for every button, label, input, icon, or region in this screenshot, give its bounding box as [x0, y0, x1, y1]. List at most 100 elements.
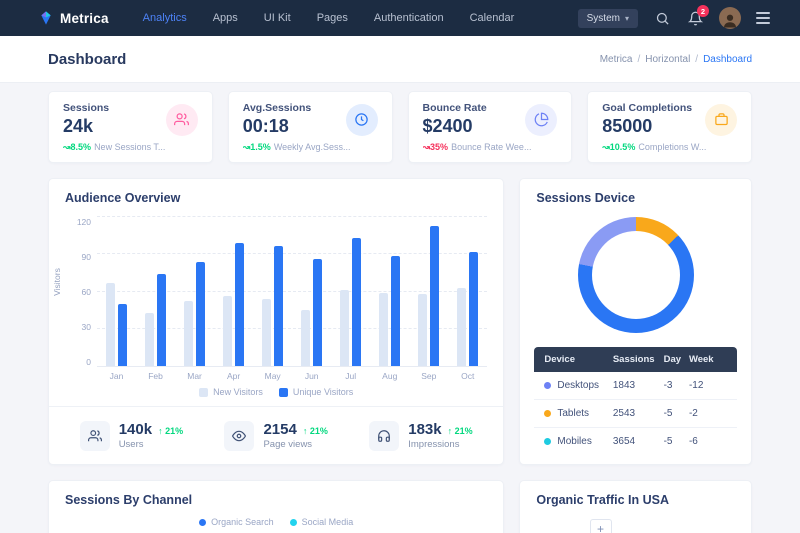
- card-title: Organic Traffic In USA: [520, 481, 751, 513]
- sessions-by-channel-card: Sessions By Channel Organic Search Socia…: [48, 480, 504, 533]
- trend-wave-icon: ↝: [63, 142, 71, 152]
- system-dropdown-label: System: [587, 13, 620, 24]
- stat-card-sessions: Sessions 24k ↝8.5%New Sessions T...: [48, 91, 213, 163]
- map-zoom-in-button[interactable]: +: [590, 519, 612, 533]
- audience-overview-card: Audience Overview Visitors 1209060300 Ja…: [48, 178, 504, 465]
- bar-group: [253, 217, 292, 366]
- stat-value: 85000: [602, 116, 692, 137]
- stat-card-avg-sessions: Avg.Sessions 00:18 ↝1.5%Weekly Avg.Sess.…: [228, 91, 393, 163]
- page-title: Dashboard: [48, 51, 126, 68]
- breadcrumb-separator: /: [695, 54, 698, 65]
- bar-group: [136, 217, 175, 366]
- table-row: Desktops 1843 -3 -12: [534, 372, 737, 400]
- avatar[interactable]: [719, 7, 741, 29]
- stat-page-views: 2154 ↑ 21% Page views: [224, 421, 327, 451]
- sessions-device-table: Device Sassions Day Week Desktops 1843 -…: [534, 347, 737, 455]
- search-icon[interactable]: [653, 9, 671, 27]
- audience-bar-chart: Visitors 1209060300 JanFebMarAprMayJunJu…: [49, 211, 503, 381]
- breadcrumb-item-dashboard: Dashboard: [703, 54, 752, 65]
- social-media-dot-icon: [290, 519, 297, 526]
- tablets-dot-icon: [544, 410, 551, 417]
- x-axis-labels: JanFebMarAprMayJunJulAugSepOct: [97, 371, 487, 381]
- stat-trend: ↝1.5%Weekly Avg.Sess...: [243, 142, 378, 153]
- bar-plot: [97, 217, 487, 367]
- stat-change: ↑ 21%: [158, 426, 183, 436]
- trend-wave-icon: ↝: [423, 142, 431, 152]
- clock-icon: [346, 104, 378, 136]
- nav-item-pages[interactable]: Pages: [317, 12, 348, 24]
- stat-label: Impressions: [408, 439, 472, 450]
- headphones-icon: [369, 421, 399, 451]
- breadcrumb-separator: /: [637, 54, 640, 65]
- legend-social-media[interactable]: Social Media: [290, 517, 354, 527]
- main-nav: Analytics Apps UI Kit Pages Authenticati…: [143, 12, 578, 24]
- brand[interactable]: Metrica: [38, 10, 109, 26]
- bar-group: [214, 217, 253, 366]
- menu-icon[interactable]: [756, 12, 770, 24]
- table-row: Mobiles 3654 -5 -6: [534, 428, 737, 455]
- navbar-actions: System ▾ 2: [578, 7, 770, 29]
- legend-unique-visitors[interactable]: Unique Visitors: [279, 387, 353, 397]
- channel-legend: Organic Search Social Media: [49, 517, 503, 527]
- nav-item-analytics[interactable]: Analytics: [143, 12, 187, 24]
- main-content: Sessions 24k ↝8.5%New Sessions T... Avg.…: [0, 82, 800, 533]
- system-dropdown[interactable]: System ▾: [578, 9, 638, 28]
- bar-group: [409, 217, 448, 366]
- stat-value: 2154: [263, 421, 296, 438]
- notifications-bell-icon[interactable]: 2: [686, 9, 704, 27]
- legend-swatch-unique-visitors: [279, 388, 288, 397]
- briefcase-icon: [705, 104, 737, 136]
- legend-label: New Visitors: [213, 387, 263, 397]
- breadcrumb-item-horizontal[interactable]: Horizontal: [645, 54, 690, 65]
- stat-label: Goal Completions: [602, 102, 692, 114]
- page-header: Dashboard Metrica / Horizontal / Dashboa…: [0, 36, 800, 82]
- bar-group: [370, 217, 409, 366]
- breadcrumb-item-metrica[interactable]: Metrica: [600, 54, 633, 65]
- arrow-up-icon: ↑: [448, 426, 453, 436]
- nav-item-calendar[interactable]: Calendar: [470, 12, 515, 24]
- audience-stats-row: 140k ↑ 21% Users 2154 ↑ 21% Page views: [49, 407, 503, 464]
- legend-label: Unique Visitors: [293, 387, 353, 397]
- organic-search-dot-icon: [199, 519, 206, 526]
- legend-organic-search[interactable]: Organic Search: [199, 517, 274, 527]
- legend-new-visitors[interactable]: New Visitors: [199, 387, 263, 397]
- stat-value: 00:18: [243, 116, 311, 137]
- eye-icon: [224, 421, 254, 451]
- bar-group: [292, 217, 331, 366]
- card-title: Sessions Device: [520, 179, 751, 211]
- stat-label: Sessions: [63, 102, 109, 114]
- stat-change: ↑ 21%: [448, 426, 473, 436]
- arrow-up-icon: ↑: [158, 426, 163, 436]
- bar-group: [175, 217, 214, 366]
- sessions-device-donut: [578, 217, 694, 333]
- brand-name: Metrica: [60, 11, 109, 26]
- stat-trend: ↝8.5%New Sessions T...: [63, 142, 198, 153]
- sessions-device-card: Sessions Device Device Sassions Day Week…: [519, 178, 752, 465]
- y-axis-ticks: 1209060300: [75, 217, 97, 367]
- stat-users: 140k ↑ 21% Users: [80, 421, 183, 451]
- organic-traffic-card: Organic Traffic In USA +: [519, 480, 752, 533]
- nav-item-ui-kit[interactable]: UI Kit: [264, 12, 291, 24]
- stat-value: $2400: [423, 116, 487, 137]
- pie-chart-icon: [525, 104, 557, 136]
- stat-value: 140k: [119, 421, 152, 438]
- stat-label: Page views: [263, 439, 327, 450]
- nav-item-authentication[interactable]: Authentication: [374, 12, 444, 24]
- bar-group: [331, 217, 370, 366]
- desktops-dot-icon: [544, 382, 551, 389]
- y-axis-label: Visitors: [52, 268, 62, 296]
- users-icon: [166, 104, 198, 136]
- stat-trend: ↝10.5%Completions W...: [602, 142, 737, 153]
- chevron-down-icon: ▾: [625, 14, 629, 23]
- stat-change: ↑ 21%: [303, 426, 328, 436]
- brand-logo-icon: [38, 10, 54, 26]
- bar-group: [448, 217, 487, 366]
- users-icon: [80, 421, 110, 451]
- table-header: Device Sassions Day Week: [534, 347, 737, 372]
- top-navbar: Metrica Analytics Apps UI Kit Pages Auth…: [0, 0, 800, 36]
- nav-item-apps[interactable]: Apps: [213, 12, 238, 24]
- card-title: Audience Overview: [49, 179, 503, 211]
- stat-card-goal-completions: Goal Completions 85000 ↝10.5%Completions…: [587, 91, 752, 163]
- notification-badge: 2: [697, 5, 709, 17]
- stat-label: Bounce Rate: [423, 102, 487, 114]
